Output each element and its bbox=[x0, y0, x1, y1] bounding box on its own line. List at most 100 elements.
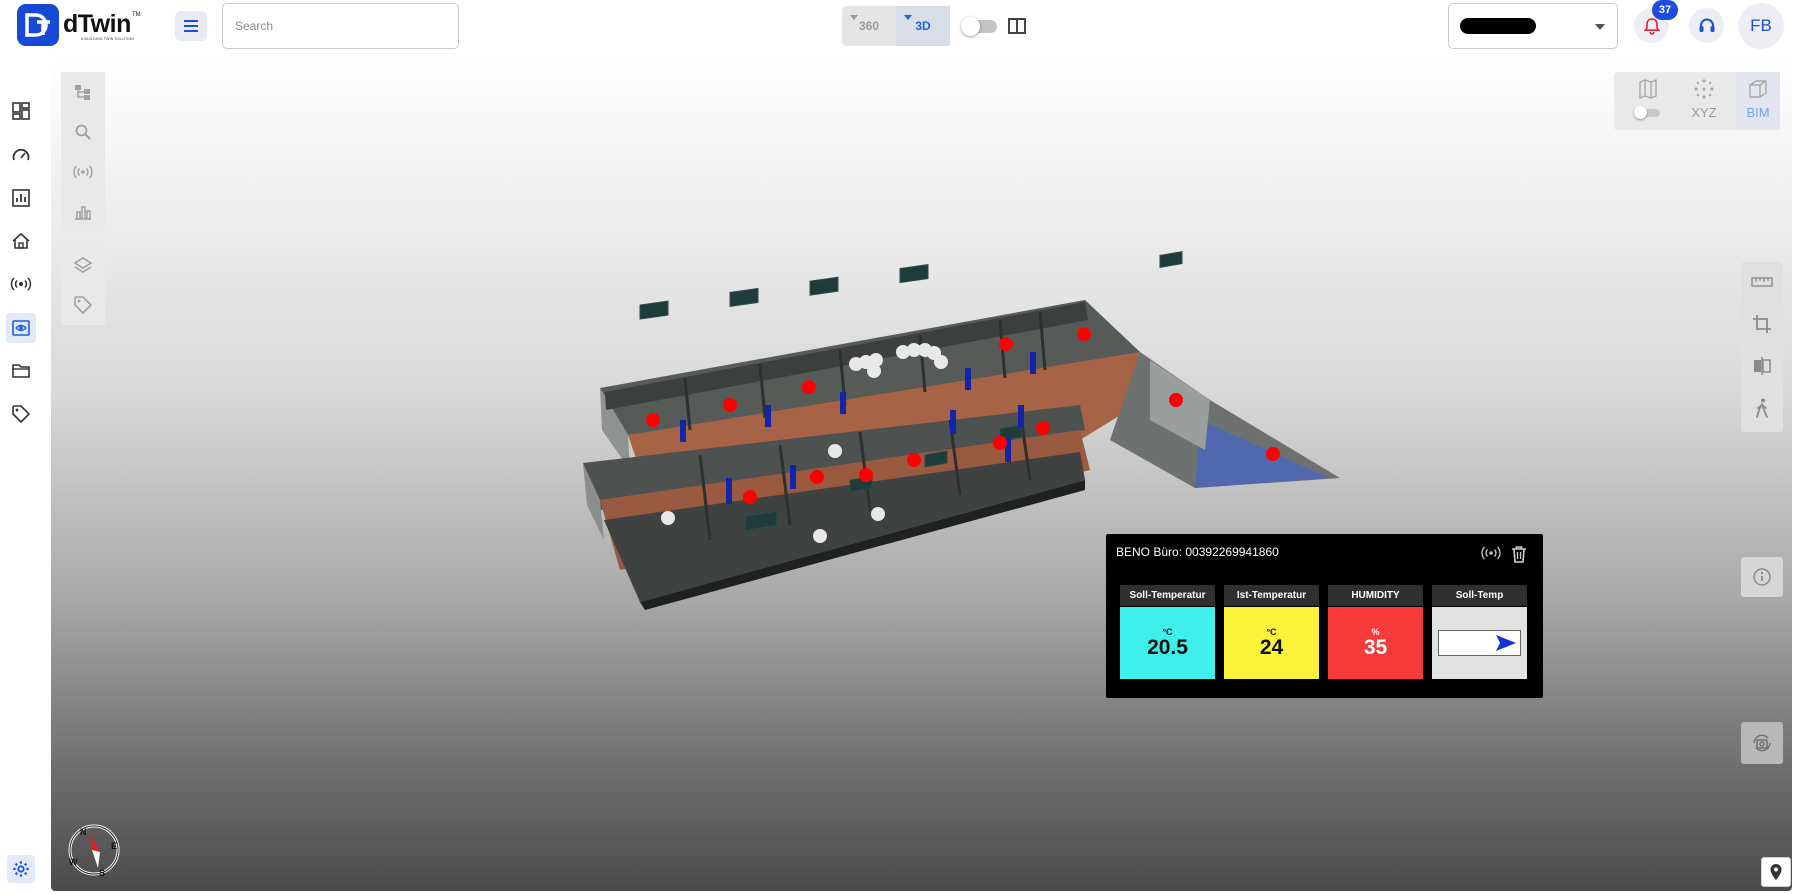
sidebar-item-monitoring[interactable] bbox=[6, 140, 36, 170]
sensor-marker-red[interactable] bbox=[743, 490, 757, 504]
reset-camera-button[interactable] bbox=[1741, 722, 1783, 764]
compass-south-label: S bbox=[99, 868, 105, 878]
sensor-marker-idle[interactable] bbox=[813, 529, 827, 543]
layers-button[interactable] bbox=[61, 245, 105, 285]
setpoint-input[interactable] bbox=[1438, 630, 1521, 656]
sensor-marker-red[interactable] bbox=[993, 436, 1007, 450]
compass-east-label: E bbox=[111, 841, 117, 851]
user-avatar[interactable]: FB bbox=[1738, 3, 1784, 49]
sensor-marker-red[interactable] bbox=[1077, 327, 1091, 341]
sensor-marker-red[interactable] bbox=[810, 470, 824, 484]
sensor-card-humidity: HUMIDITY % 35 bbox=[1328, 585, 1423, 679]
sensor-icon bbox=[10, 277, 32, 291]
hamburger-menu-button[interactable] bbox=[175, 11, 207, 41]
split-screen-icon bbox=[1008, 18, 1026, 34]
dtwin-logo-mark-icon bbox=[25, 13, 50, 37]
send-arrow-icon[interactable] bbox=[1495, 634, 1517, 652]
location-pin-button[interactable] bbox=[1761, 857, 1791, 887]
model-tree-icon bbox=[75, 85, 90, 100]
tags-button[interactable] bbox=[61, 285, 105, 325]
bim-3d-viewer[interactable]: XYZ BIM N E S W BENO Büro: 0039226994186… bbox=[51, 57, 1792, 891]
sensor-marker-idle[interactable] bbox=[661, 511, 675, 525]
view-mode-3d-button[interactable]: 3D bbox=[896, 6, 950, 46]
compass-north-label: N bbox=[80, 827, 87, 837]
dtwin-logo[interactable] bbox=[17, 4, 59, 46]
sensors-overlay-button[interactable] bbox=[61, 152, 105, 192]
popup-delete-button[interactable] bbox=[1511, 545, 1527, 563]
sidebar-item-documents[interactable] bbox=[6, 356, 36, 386]
folder-icon bbox=[12, 364, 30, 378]
sensor-signal-icon bbox=[1481, 546, 1501, 560]
caret-down-icon bbox=[904, 15, 912, 20]
xyz-points-button[interactable]: XYZ bbox=[1682, 72, 1726, 130]
right-wing-blue-corridor bbox=[1195, 420, 1330, 488]
sensor-marker-red[interactable] bbox=[802, 380, 816, 394]
sidebar-item-buildings[interactable] bbox=[6, 226, 36, 256]
sensor-card-soll-temperatur: Soll-Temperatur °C 20.5 bbox=[1120, 585, 1215, 679]
chevron-down-icon bbox=[1595, 24, 1605, 30]
search-model-button[interactable] bbox=[61, 112, 105, 152]
floor-plan-switch[interactable] bbox=[1634, 106, 1660, 119]
sensor-marker-red[interactable] bbox=[646, 413, 660, 427]
info-button[interactable] bbox=[1741, 557, 1783, 597]
speedometer-icon bbox=[12, 148, 30, 161]
split-view-switch[interactable] bbox=[961, 17, 997, 36]
sidebar-item-reports[interactable] bbox=[6, 183, 36, 213]
sensor-marker-red[interactable] bbox=[1036, 421, 1050, 435]
sensor-marker-red[interactable] bbox=[999, 337, 1013, 351]
section-crop-button[interactable] bbox=[1741, 304, 1783, 344]
trash-icon bbox=[1512, 546, 1526, 563]
sensor-marker-idle[interactable] bbox=[828, 444, 842, 458]
search-input[interactable] bbox=[222, 3, 459, 49]
card-header: Soll-Temperatur bbox=[1120, 585, 1215, 606]
card-header: Ist-Temperatur bbox=[1224, 585, 1319, 606]
ruler-icon bbox=[1751, 277, 1773, 287]
sidebar-item-dashboard[interactable] bbox=[6, 96, 36, 126]
sensor-icon bbox=[73, 165, 93, 179]
sidebar-item-sensors[interactable] bbox=[6, 269, 36, 299]
floor-plan-icon bbox=[1639, 78, 1657, 100]
project-select[interactable] bbox=[1448, 3, 1618, 49]
sensor-marker-red[interactable] bbox=[723, 398, 737, 412]
split-screen-button[interactable] bbox=[1007, 16, 1027, 36]
report-chart-icon bbox=[12, 189, 30, 207]
view-mode-360-button[interactable]: 360 bbox=[842, 6, 896, 46]
compass[interactable]: N E S W bbox=[66, 822, 122, 878]
measure-button[interactable] bbox=[1741, 262, 1783, 302]
headset-icon bbox=[1699, 18, 1714, 32]
main-sidebar bbox=[0, 52, 46, 894]
model-tree-button[interactable] bbox=[61, 72, 105, 112]
logo-subtitle: A BUILDING TWIN SOLUTION bbox=[81, 37, 135, 41]
support-button[interactable] bbox=[1689, 8, 1724, 43]
compare-icon bbox=[1754, 357, 1771, 375]
redacted-project-name bbox=[1460, 18, 1536, 34]
tag-icon bbox=[74, 296, 93, 315]
bim-view-button[interactable]: BIM bbox=[1736, 72, 1780, 130]
building-3d-model[interactable] bbox=[51, 57, 1792, 891]
layers-tools-panel bbox=[61, 245, 105, 325]
dashboard-icon bbox=[12, 102, 30, 120]
walk-mode-button[interactable] bbox=[1741, 388, 1783, 428]
layers-icon bbox=[73, 257, 93, 273]
logo-trademark: TM bbox=[132, 12, 141, 18]
sensor-marker-idle[interactable] bbox=[871, 507, 885, 521]
switch-knob bbox=[961, 17, 980, 36]
sensor-marker-red[interactable] bbox=[1169, 393, 1183, 407]
popup-sensor-button[interactable] bbox=[1480, 545, 1502, 561]
settings-button[interactable] bbox=[7, 855, 35, 883]
compare-button[interactable] bbox=[1741, 346, 1783, 386]
sensor-marker-red[interactable] bbox=[859, 468, 873, 482]
display-mode-panel: XYZ BIM bbox=[1614, 72, 1780, 130]
floor-plan-toggle[interactable] bbox=[1626, 72, 1670, 130]
sensor-marker-red[interactable] bbox=[907, 453, 921, 467]
xyz-label: XYZ bbox=[1691, 105, 1717, 120]
card-value-area: % 35 bbox=[1328, 607, 1423, 679]
sensor-marker-idle[interactable] bbox=[867, 364, 881, 378]
caret-down-icon bbox=[850, 15, 858, 20]
sensor-marker-idle[interactable] bbox=[934, 355, 948, 369]
sidebar-item-tags[interactable] bbox=[6, 399, 36, 429]
sensor-marker-red[interactable] bbox=[1266, 447, 1280, 461]
charts-button[interactable] bbox=[61, 192, 105, 232]
bim-cube-icon bbox=[1749, 80, 1767, 98]
sidebar-item-digital-twin[interactable] bbox=[6, 313, 36, 343]
